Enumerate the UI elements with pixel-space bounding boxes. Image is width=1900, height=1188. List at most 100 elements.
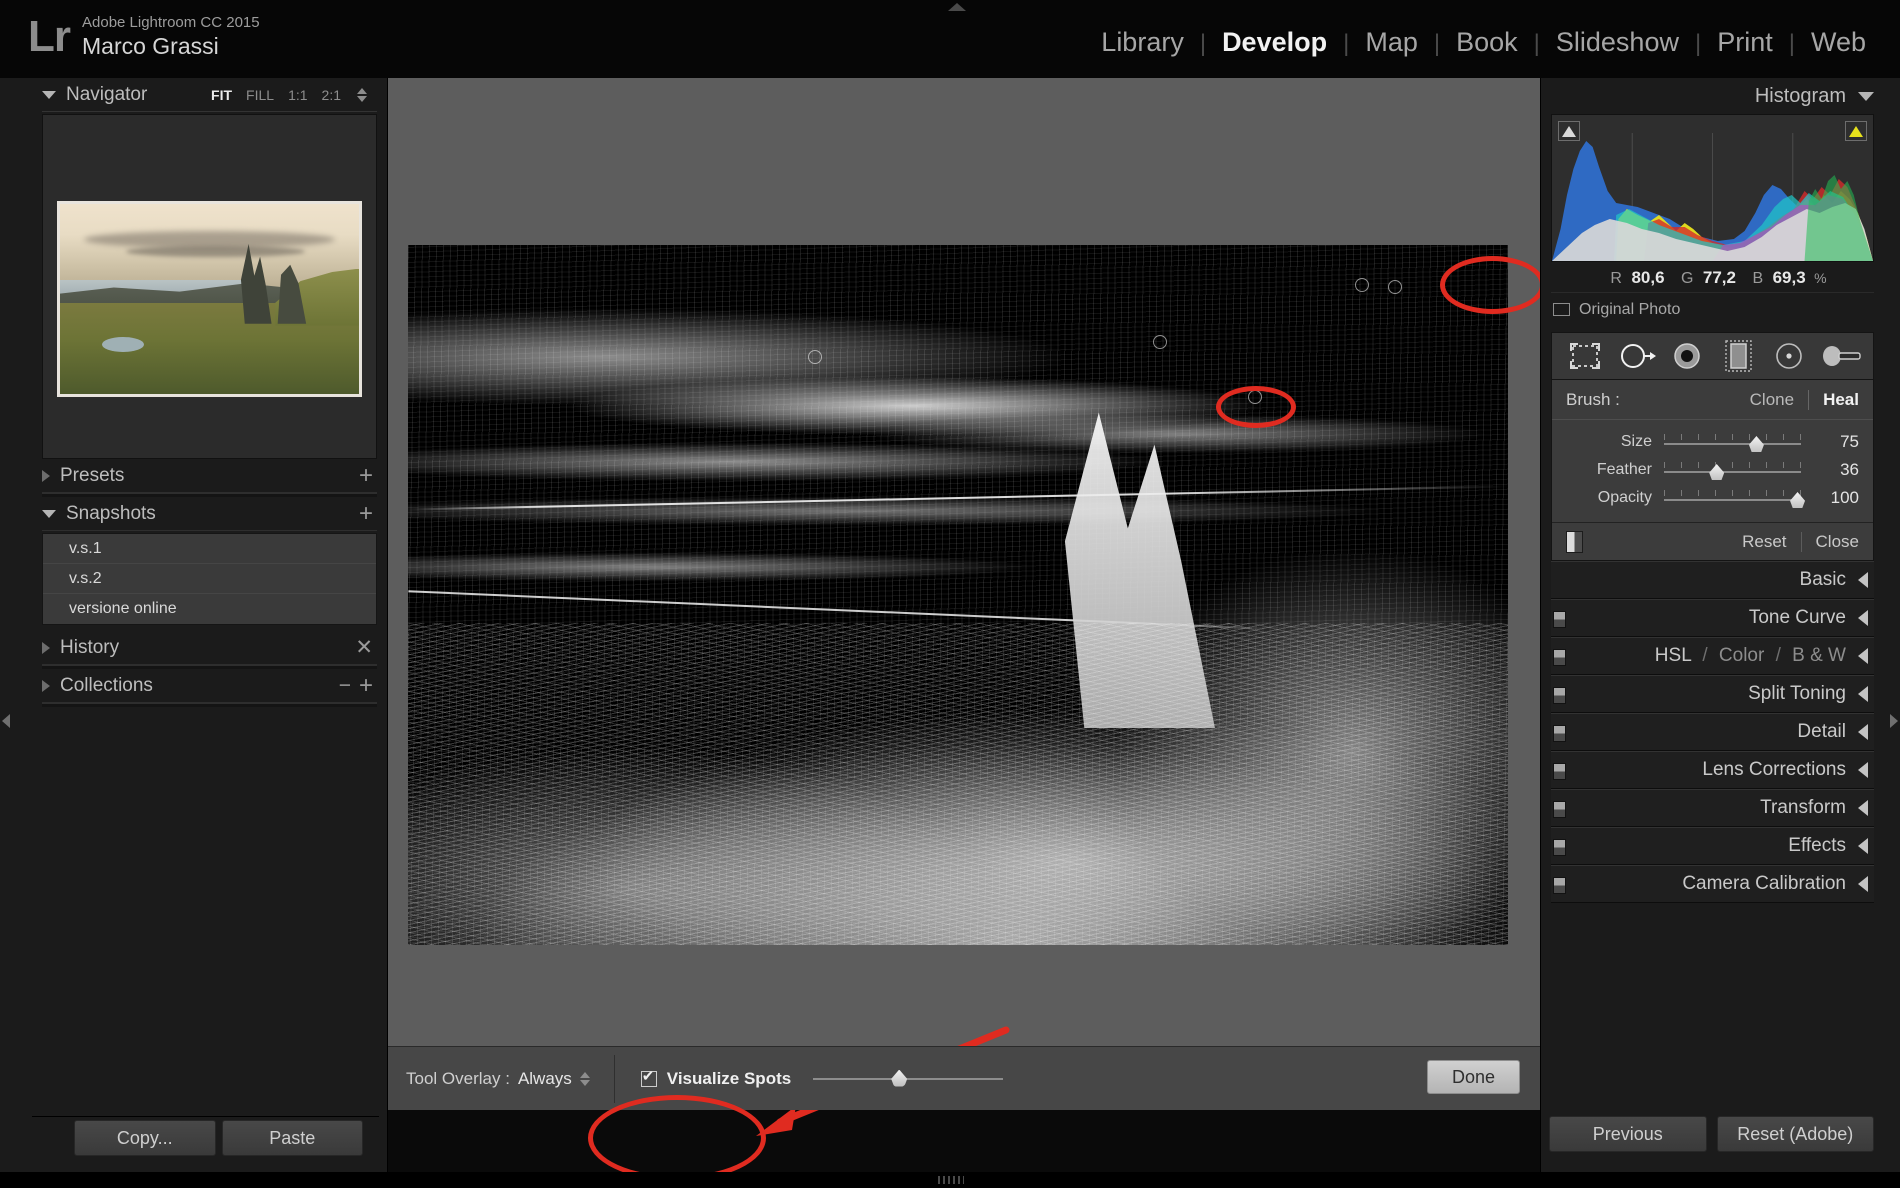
- navigator-thumbnail[interactable]: [57, 201, 362, 397]
- triangle-right-icon[interactable]: [42, 679, 50, 692]
- dust-spot-marker[interactable]: [808, 350, 822, 364]
- shadow-clipping-indicator[interactable]: [1558, 121, 1580, 141]
- module-print[interactable]: Print: [1703, 27, 1787, 58]
- size-slider-track[interactable]: [1664, 433, 1801, 452]
- tool-overlay-stepper-icon[interactable]: [579, 1071, 590, 1086]
- clear-history-icon[interactable]: ✕: [351, 637, 377, 658]
- color-tab[interactable]: Color: [1719, 645, 1764, 666]
- remove-collection-icon[interactable]: −: [335, 675, 355, 696]
- module-develop[interactable]: Develop: [1208, 27, 1341, 58]
- snapshots-header[interactable]: Snapshots +: [42, 497, 377, 531]
- spot-removal-tool-icon[interactable]: [1616, 339, 1657, 373]
- collections-header[interactable]: Collections − +: [42, 669, 377, 703]
- visualize-spots-checkbox[interactable]: [640, 1067, 657, 1087]
- triangle-down-icon[interactable]: [42, 509, 56, 518]
- histogram-header[interactable]: Histogram: [1551, 78, 1874, 114]
- crop-overlay-tool-icon[interactable]: [1565, 339, 1605, 373]
- add-preset-icon[interactable]: +: [355, 463, 377, 487]
- highlight-clipping-indicator[interactable]: [1845, 121, 1867, 141]
- dust-spot-marker[interactable]: [1248, 390, 1262, 404]
- filmstrip-toggle-grip[interactable]: [938, 1176, 964, 1184]
- add-collection-icon[interactable]: +: [355, 673, 377, 697]
- left-panel-collapse-arrow[interactable]: [0, 698, 14, 744]
- opacity-slider-track[interactable]: [1664, 489, 1806, 508]
- module-book[interactable]: Book: [1442, 27, 1532, 58]
- copy-button[interactable]: Copy...: [74, 1120, 216, 1156]
- triangle-left-icon[interactable]: [1858, 838, 1868, 854]
- triangle-right-icon[interactable]: [42, 469, 50, 482]
- clone-mode-button[interactable]: Clone: [1750, 390, 1794, 410]
- paste-button[interactable]: Paste: [221, 1120, 363, 1156]
- section-lens-corrections[interactable]: Lens Corrections: [1551, 751, 1874, 789]
- zoom-1-1[interactable]: 1:1: [288, 87, 307, 103]
- feather-value[interactable]: 36: [1813, 460, 1859, 480]
- triangle-left-icon[interactable]: [1858, 876, 1868, 892]
- module-slideshow[interactable]: Slideshow: [1542, 27, 1693, 58]
- section-basic[interactable]: Basic: [1551, 561, 1874, 599]
- right-panel-collapse-arrow[interactable]: [1886, 698, 1900, 744]
- section-enable-switch[interactable]: [1553, 839, 1566, 856]
- section-hsl-color-bw[interactable]: HSL / Color / B & W: [1551, 637, 1874, 675]
- section-enable-switch[interactable]: [1553, 763, 1566, 780]
- photo-preview-visualize-spots[interactable]: [408, 245, 1508, 945]
- image-canvas[interactable]: [388, 78, 1545, 1136]
- navigator-preview-stage[interactable]: [42, 114, 377, 459]
- triangle-left-icon[interactable]: [1858, 686, 1868, 702]
- opacity-value[interactable]: 100: [1813, 488, 1859, 508]
- triangle-right-icon[interactable]: [42, 641, 50, 654]
- section-enable-switch[interactable]: [1553, 649, 1566, 666]
- filmstrip-collapsed-bar[interactable]: [0, 1172, 1900, 1188]
- history-header[interactable]: History ✕: [42, 631, 377, 665]
- close-tool-button[interactable]: Close: [1816, 532, 1859, 552]
- reset-adobe-button[interactable]: Reset (Adobe): [1716, 1116, 1874, 1152]
- done-button[interactable]: Done: [1426, 1060, 1520, 1094]
- triangle-left-icon[interactable]: [1858, 610, 1868, 626]
- triangle-left-icon[interactable]: [1858, 800, 1868, 816]
- snapshot-item[interactable]: v.s.2: [43, 564, 376, 594]
- module-map[interactable]: Map: [1351, 27, 1432, 58]
- snapshot-item[interactable]: versione online: [43, 594, 376, 624]
- section-enable-switch[interactable]: [1553, 611, 1566, 628]
- graduated-filter-tool-icon[interactable]: [1718, 339, 1758, 373]
- zoom-fill[interactable]: FILL: [246, 87, 274, 103]
- triangle-left-icon[interactable]: [1858, 724, 1868, 740]
- tool-overlay-value[interactable]: Always: [518, 1069, 572, 1089]
- adjustment-brush-tool-icon[interactable]: [1820, 339, 1861, 373]
- snapshot-item[interactable]: v.s.1: [43, 534, 376, 564]
- size-value[interactable]: 75: [1813, 432, 1859, 452]
- module-web[interactable]: Web: [1797, 27, 1880, 58]
- feather-slider-track[interactable]: [1664, 461, 1801, 480]
- triangle-left-icon[interactable]: [1858, 572, 1868, 588]
- heal-mode-button[interactable]: Heal: [1823, 390, 1859, 410]
- top-panel-toggle-arrow[interactable]: [948, 3, 966, 11]
- section-enable-switch[interactable]: [1553, 801, 1566, 818]
- section-tone-curve[interactable]: Tone Curve: [1551, 599, 1874, 637]
- navigator-header[interactable]: Navigator FIT FILL 1:1 2:1: [42, 78, 377, 112]
- dust-spot-marker[interactable]: [1355, 278, 1369, 292]
- triangle-down-icon[interactable]: [1858, 91, 1874, 101]
- original-photo-checkbox-icon[interactable]: [1553, 303, 1570, 316]
- visualize-spots-threshold-slider[interactable]: [813, 1069, 1004, 1087]
- section-split-toning[interactable]: Split Toning: [1551, 675, 1874, 713]
- zoom-stepper-icon[interactable]: [357, 87, 367, 102]
- triangle-left-icon[interactable]: [1858, 648, 1868, 664]
- red-eye-correction-tool-icon[interactable]: [1667, 339, 1707, 373]
- triangle-down-icon[interactable]: [42, 90, 56, 99]
- section-camera-calibration[interactable]: Camera Calibration: [1551, 865, 1874, 903]
- identity-plate[interactable]: Adobe Lightroom CC 2015 Marco Grassi: [82, 13, 260, 60]
- add-snapshot-icon[interactable]: +: [355, 501, 377, 525]
- section-transform[interactable]: Transform: [1551, 789, 1874, 827]
- histogram-panel[interactable]: [1551, 114, 1874, 262]
- slider-knob[interactable]: [891, 1069, 908, 1087]
- presets-header[interactable]: Presets +: [42, 459, 377, 493]
- zoom-2-1[interactable]: 2:1: [322, 87, 341, 103]
- bw-tab[interactable]: B & W: [1792, 645, 1846, 666]
- section-enable-switch[interactable]: [1553, 725, 1566, 742]
- triangle-left-icon[interactable]: [1858, 762, 1868, 778]
- section-detail[interactable]: Detail: [1551, 713, 1874, 751]
- radial-filter-tool-icon[interactable]: [1769, 339, 1809, 373]
- original-photo-row[interactable]: Original Photo: [1551, 292, 1874, 326]
- dust-spot-marker[interactable]: [1388, 280, 1402, 294]
- hsl-tab[interactable]: HSL: [1655, 645, 1691, 666]
- previous-button[interactable]: Previous: [1549, 1116, 1707, 1152]
